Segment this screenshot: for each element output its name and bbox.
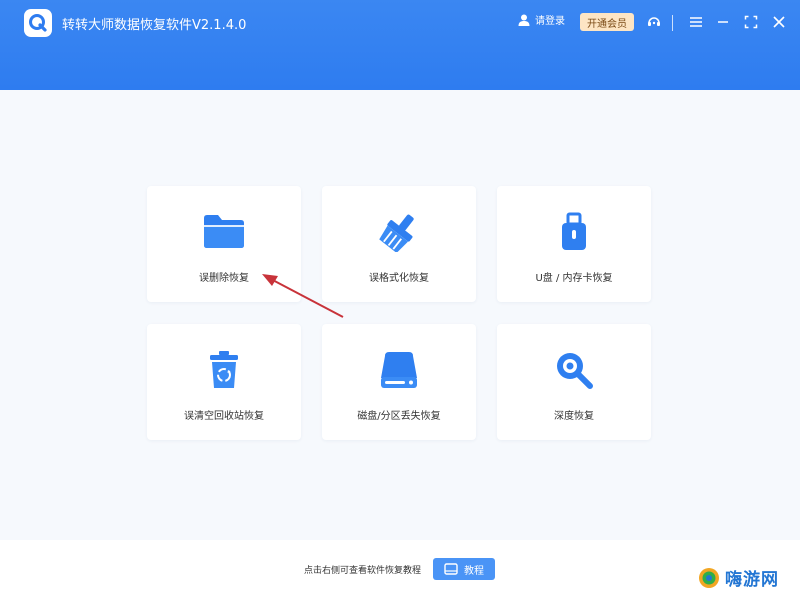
watermark: 嗨游网 <box>697 565 779 590</box>
watermark-text: 嗨游网 <box>725 570 779 590</box>
annotation-arrow <box>262 274 344 318</box>
tutorial-label: 教程 <box>464 565 484 577</box>
tutorial-button[interactable]: 教程 <box>433 558 495 580</box>
watermark-logo-icon <box>699 567 719 588</box>
footer-hint: 点击右侧可查看软件恢复教程 <box>304 566 422 576</box>
book-icon <box>444 563 458 575</box>
footer-bar: 点击右侧可查看软件恢复教程 教程 <box>0 540 800 600</box>
